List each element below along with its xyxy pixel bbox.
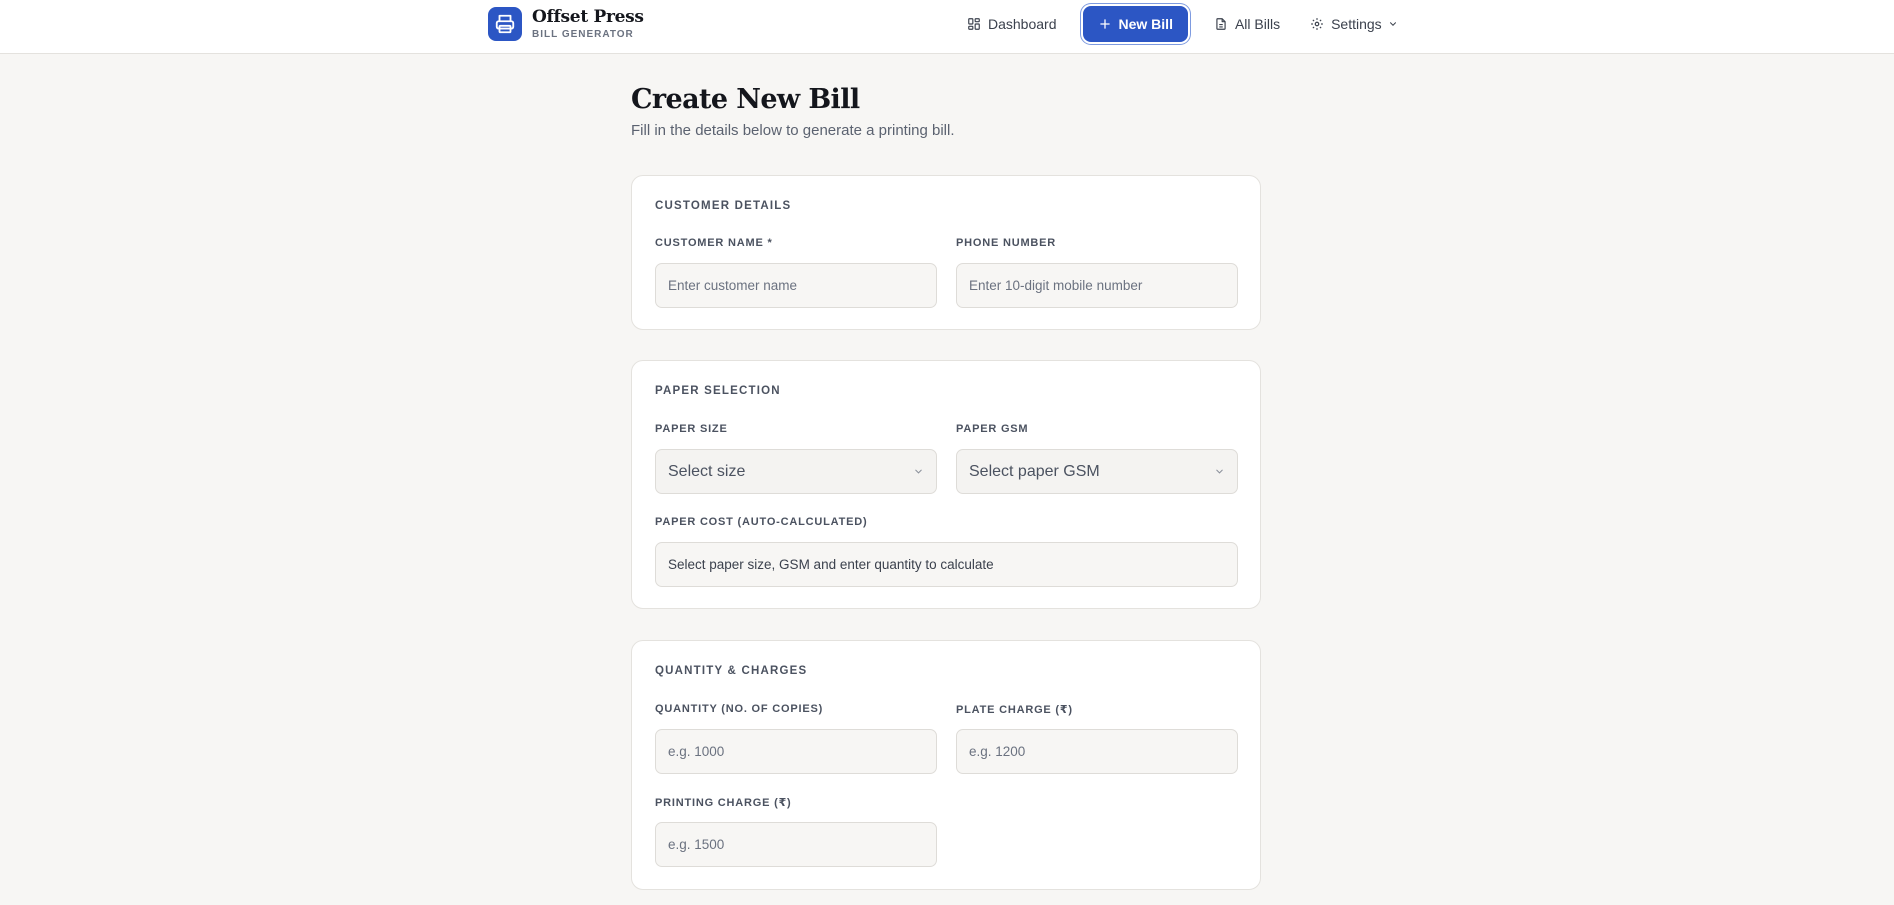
- phone-number-label: PHONE NUMBER: [956, 237, 1057, 249]
- plate-charge-label: PLATE CHARGE (₹): [956, 704, 1073, 716]
- nav-settings-label: Settings: [1331, 16, 1382, 32]
- brand-subtitle: BILL GENERATOR: [532, 29, 634, 40]
- printer-icon: [488, 7, 522, 41]
- nav-new-bill-label: New Bill: [1118, 16, 1173, 32]
- gear-icon: [1311, 18, 1323, 30]
- nav-dashboard-label: Dashboard: [988, 16, 1057, 32]
- section-title-charges: QUANTITY & CHARGES: [655, 665, 808, 677]
- paper-gsm-value: Select paper GSM: [969, 462, 1100, 480]
- customer-name-input[interactable]: [655, 263, 937, 308]
- paper-cost-label: PAPER COST (AUTO-CALCULATED): [655, 516, 868, 528]
- nav-dashboard[interactable]: Dashboard: [955, 6, 1069, 42]
- customer-details-card: CUSTOMER DETAILS CUSTOMER NAME * PHONE N…: [631, 175, 1261, 330]
- section-title-paper: PAPER SELECTION: [655, 385, 781, 397]
- chevron-down-icon: [1216, 469, 1223, 474]
- quantity-label: QUANTITY (NO. OF COPIES): [655, 703, 824, 715]
- printing-charge-input[interactable]: [655, 822, 937, 867]
- chevron-down-icon: [1389, 22, 1396, 26]
- section-title-customer: CUSTOMER DETAILS: [655, 200, 792, 212]
- page-subtitle: Fill in the details below to generate a …: [631, 122, 955, 139]
- paper-size-label: PAPER SIZE: [655, 423, 728, 435]
- quantity-input[interactable]: [655, 729, 937, 774]
- page-title: Create New Bill: [631, 84, 860, 115]
- paper-gsm-label: PAPER GSM: [956, 423, 1029, 435]
- printing-charge-label: PRINTING CHARGE (₹): [655, 797, 792, 809]
- nav-all-bills-label: All Bills: [1234, 16, 1281, 32]
- nav-all-bills[interactable]: All Bills: [1202, 6, 1292, 42]
- nav-new-bill[interactable]: New Bill: [1082, 6, 1188, 42]
- top-navigation-bar: Offset Press BILL GENERATOR Dashboard Ne…: [0, 0, 1894, 54]
- paper-size-select[interactable]: Select size: [655, 449, 937, 494]
- dashboard-icon: [968, 18, 980, 30]
- plate-charge-input[interactable]: [956, 729, 1238, 774]
- nav-settings[interactable]: Settings: [1298, 6, 1410, 42]
- main-content: Create New Bill Fill in the details belo…: [631, 80, 1261, 890]
- plus-icon: [1099, 19, 1110, 29]
- document-icon: [1216, 18, 1226, 30]
- phone-number-input[interactable]: [956, 263, 1238, 308]
- quantity-charges-card: QUANTITY & CHARGES QUANTITY (NO. OF COPI…: [631, 640, 1261, 890]
- chevron-down-icon: [915, 469, 922, 474]
- customer-name-label: CUSTOMER NAME *: [655, 237, 773, 249]
- brand[interactable]: Offset Press BILL GENERATOR: [488, 7, 644, 41]
- paper-selection-card: PAPER SELECTION PAPER SIZE Select size P…: [631, 360, 1261, 609]
- main-nav: Dashboard New Bill All Bills Settings: [955, 6, 1416, 42]
- paper-cost-display: Select paper size, GSM and enter quantit…: [655, 542, 1238, 587]
- paper-gsm-select[interactable]: Select paper GSM: [956, 449, 1238, 494]
- brand-name: Offset Press: [532, 7, 644, 27]
- paper-size-value: Select size: [668, 462, 746, 480]
